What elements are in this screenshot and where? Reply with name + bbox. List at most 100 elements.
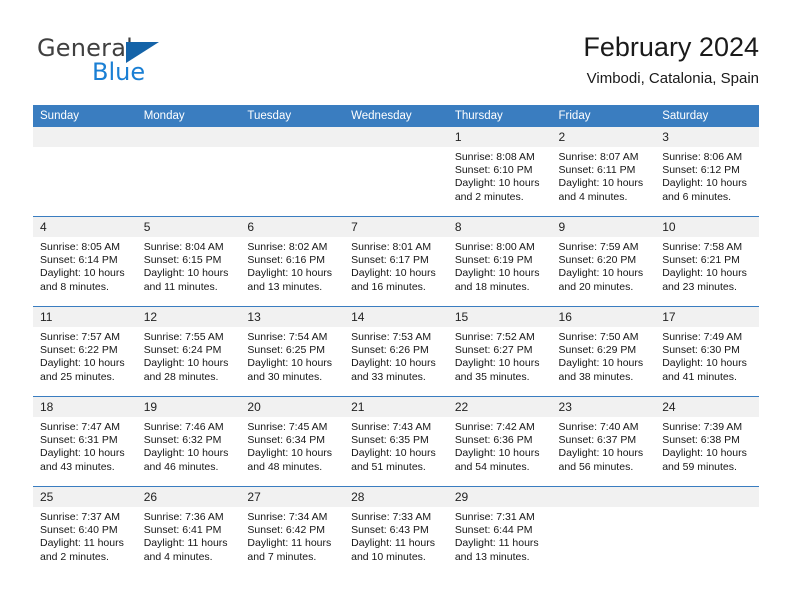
sunrise-text: Sunrise: 8:01 AM	[351, 241, 432, 253]
sunrise-text: Sunrise: 7:59 AM	[558, 241, 639, 253]
day-number	[655, 487, 759, 507]
calendar-day-cell[interactable]: 29 Sunrise: 7:31 AM Sunset: 6:44 PM Dayligh…	[447, 486, 552, 576]
calendar-day-cell[interactable]: 21 Sunrise: 7:43 AM Sunset: 6:35 PM Dayligh…	[344, 396, 448, 487]
calendar-day-cell[interactable]: 3 Sunrise: 8:06 AM Sunset: 6:12 PM Daylight…	[655, 127, 759, 217]
daylight-text: Daylight: 10 hours and 13 minutes.	[247, 267, 333, 293]
daylight-text: Daylight: 11 hours and 13 minutes.	[454, 537, 539, 563]
calendar-week-row: 4 Sunrise: 8:05 AM Sunset: 6:14 PM Daylight…	[33, 216, 759, 307]
calendar-day-cell[interactable]: 23 Sunrise: 7:40 AM Sunset: 6:37 PM Dayligh…	[551, 396, 656, 487]
sunset-text: Sunset: 6:15 PM	[143, 254, 222, 267]
day-number: 16	[551, 307, 656, 327]
daylight-text: Daylight: 10 hours and 51 minutes.	[351, 447, 436, 473]
page-header: General Blue February 2024 Vimbodi, Cata…	[33, 30, 759, 98]
calendar-day-cell[interactable]: 1 Sunrise: 8:08 AM Sunset: 6:10 PM Daylight…	[447, 127, 552, 217]
day-number: 17	[655, 307, 759, 327]
day-number	[551, 487, 656, 507]
calendar-day-cell[interactable]: 18 Sunrise: 7:47 AM Sunset: 6:31 PM Dayligh…	[33, 396, 137, 487]
calendar-day-cell[interactable]: 22 Sunrise: 7:42 AM Sunset: 6:36 PM Dayligh…	[447, 396, 552, 487]
sun-info: Sunrise: 7:52 AM Sunset: 6:27 PM Daylight:…	[448, 327, 552, 384]
calendar-day-cell[interactable]: 7 Sunrise: 8:01 AM Sunset: 6:17 PM Daylight…	[344, 216, 448, 307]
daylight-text: Daylight: 10 hours and 56 minutes.	[558, 447, 644, 473]
calendar-day-cell[interactable]: 17 Sunrise: 7:49 AM Sunset: 6:30 PM Dayligh…	[655, 306, 759, 397]
daylight-text: Daylight: 10 hours and 48 minutes.	[247, 447, 333, 473]
calendar-day-cell[interactable]: 11 Sunrise: 7:57 AM Sunset: 6:22 PM Dayligh…	[33, 306, 137, 397]
daylight-text: Daylight: 10 hours and 33 minutes.	[351, 357, 436, 383]
calendar-day-cell[interactable]: 5 Sunrise: 8:04 AM Sunset: 6:15 PM Daylight…	[136, 216, 241, 307]
daylight-text: Daylight: 11 hours and 7 minutes.	[247, 537, 332, 563]
sunset-text: Sunset: 6:42 PM	[247, 524, 326, 537]
calendar-day-cell[interactable]: 25 Sunrise: 7:37 AM Sunset: 6:40 PM Dayligh…	[33, 486, 137, 576]
calendar-day-cell[interactable]: 28 Sunrise: 7:33 AM Sunset: 6:43 PM Dayligh…	[344, 486, 448, 576]
sun-info: Sunrise: 8:04 AM Sunset: 6:15 PM Daylight:…	[137, 237, 241, 294]
calendar-cell-empty	[136, 127, 241, 217]
sunset-text: Sunset: 6:19 PM	[454, 254, 533, 267]
calendar-week-row: 25 Sunrise: 7:37 AM Sunset: 6:40 PM Dayligh…	[33, 486, 759, 576]
daylight-text: Daylight: 10 hours and 59 minutes.	[662, 447, 747, 473]
sunset-text: Sunset: 6:30 PM	[662, 344, 740, 357]
calendar-cell-empty	[551, 486, 656, 576]
day-number: 26	[136, 487, 241, 507]
calendar-day-cell[interactable]: 13 Sunrise: 7:54 AM Sunset: 6:25 PM Dayligh…	[240, 306, 345, 397]
day-number: 5	[136, 217, 241, 237]
sunset-text: Sunset: 6:16 PM	[247, 254, 326, 267]
day-number: 8	[447, 217, 552, 237]
sun-info: Sunrise: 8:08 AM Sunset: 6:10 PM Daylight:…	[448, 147, 552, 204]
weekday-header-saturday: Saturday	[655, 105, 759, 127]
sunset-text: Sunset: 6:41 PM	[143, 524, 222, 537]
day-number: 15	[447, 307, 552, 327]
calendar-day-cell[interactable]: 27 Sunrise: 7:34 AM Sunset: 6:42 PM Dayligh…	[240, 486, 345, 576]
calendar-week-row: 18 Sunrise: 7:47 AM Sunset: 6:31 PM Dayligh…	[33, 396, 759, 487]
sunrise-text: Sunrise: 7:37 AM	[40, 511, 120, 523]
sunset-text: Sunset: 6:26 PM	[351, 344, 429, 357]
day-number: 13	[240, 307, 345, 327]
calendar-day-cell[interactable]: 20 Sunrise: 7:45 AM Sunset: 6:34 PM Dayligh…	[240, 396, 345, 487]
calendar-cell-empty	[240, 127, 345, 217]
sunset-text: Sunset: 6:11 PM	[558, 164, 636, 177]
sunrise-text: Sunrise: 7:47 AM	[40, 421, 120, 433]
day-number: 2	[551, 127, 656, 147]
day-number: 19	[136, 397, 241, 417]
sunrise-text: Sunrise: 8:08 AM	[454, 151, 535, 163]
calendar-day-cell[interactable]: 24 Sunrise: 7:39 AM Sunset: 6:38 PM Dayligh…	[655, 396, 759, 487]
daylight-text: Daylight: 11 hours and 2 minutes.	[40, 537, 124, 563]
sun-info: Sunrise: 7:55 AM Sunset: 6:24 PM Daylight:…	[137, 327, 241, 384]
calendar-day-cell[interactable]: 6 Sunrise: 8:02 AM Sunset: 6:16 PM Daylight…	[240, 216, 345, 307]
calendar-day-cell[interactable]: 14 Sunrise: 7:53 AM Sunset: 6:26 PM Dayligh…	[344, 306, 448, 397]
title-block: February 2024 Vimbodi, Catalonia, Spain	[583, 30, 759, 90]
sunrise-text: Sunrise: 7:50 AM	[558, 331, 639, 343]
sunset-text: Sunset: 6:38 PM	[662, 434, 740, 447]
calendar-day-cell[interactable]: 26 Sunrise: 7:36 AM Sunset: 6:41 PM Dayligh…	[136, 486, 241, 576]
weekday-header-wednesday: Wednesday	[344, 105, 448, 127]
sunset-text: Sunset: 6:32 PM	[143, 434, 222, 447]
calendar-day-cell[interactable]: 16 Sunrise: 7:50 AM Sunset: 6:29 PM Dayligh…	[551, 306, 656, 397]
calendar-day-cell[interactable]: 2 Sunrise: 8:07 AM Sunset: 6:11 PM Daylight…	[551, 127, 656, 217]
sun-info: Sunrise: 7:42 AM Sunset: 6:36 PM Daylight:…	[448, 417, 552, 474]
calendar-body: 1 Sunrise: 8:08 AM Sunset: 6:10 PM Daylight…	[33, 127, 759, 576]
sunset-text: Sunset: 6:43 PM	[351, 524, 429, 537]
sunrise-text: Sunrise: 8:05 AM	[40, 241, 120, 253]
calendar-day-cell[interactable]: 9 Sunrise: 7:59 AM Sunset: 6:20 PM Daylight…	[551, 216, 656, 307]
sunrise-text: Sunrise: 7:43 AM	[351, 421, 432, 433]
calendar-day-cell[interactable]: 8 Sunrise: 8:00 AM Sunset: 6:19 PM Daylight…	[447, 216, 552, 307]
day-number	[33, 127, 137, 147]
sunset-text: Sunset: 6:17 PM	[351, 254, 429, 267]
sun-info: Sunrise: 8:07 AM Sunset: 6:11 PM Daylight:…	[552, 147, 656, 204]
sunset-text: Sunset: 6:40 PM	[40, 524, 118, 537]
weekday-header-friday: Friday	[551, 105, 656, 127]
calendar-day-cell[interactable]: 12 Sunrise: 7:55 AM Sunset: 6:24 PM Dayligh…	[136, 306, 241, 397]
calendar-day-cell[interactable]: 4 Sunrise: 8:05 AM Sunset: 6:14 PM Daylight…	[33, 216, 137, 307]
calendar-day-cell[interactable]: 15 Sunrise: 7:52 AM Sunset: 6:27 PM Dayligh…	[447, 306, 552, 397]
day-number: 7	[344, 217, 448, 237]
logo-text-blue: Blue	[92, 58, 146, 86]
sun-info: Sunrise: 7:53 AM Sunset: 6:26 PM Daylight:…	[344, 327, 448, 384]
calendar-day-cell[interactable]: 19 Sunrise: 7:46 AM Sunset: 6:32 PM Dayligh…	[136, 396, 241, 487]
sunrise-text: Sunrise: 7:39 AM	[662, 421, 743, 433]
location-subtitle: Vimbodi, Catalonia, Spain	[586, 70, 759, 87]
calendar-week-row: 11 Sunrise: 7:57 AM Sunset: 6:22 PM Dayligh…	[33, 306, 759, 397]
sunrise-text: Sunrise: 8:02 AM	[247, 241, 328, 253]
calendar-day-cell[interactable]: 10 Sunrise: 7:58 AM Sunset: 6:21 PM Dayligh…	[655, 216, 759, 307]
sunrise-text: Sunrise: 7:40 AM	[558, 421, 639, 433]
calendar-cell-empty	[344, 127, 448, 217]
weekday-header-sunday: Sunday	[33, 105, 137, 127]
sunset-text: Sunset: 6:36 PM	[454, 434, 533, 447]
